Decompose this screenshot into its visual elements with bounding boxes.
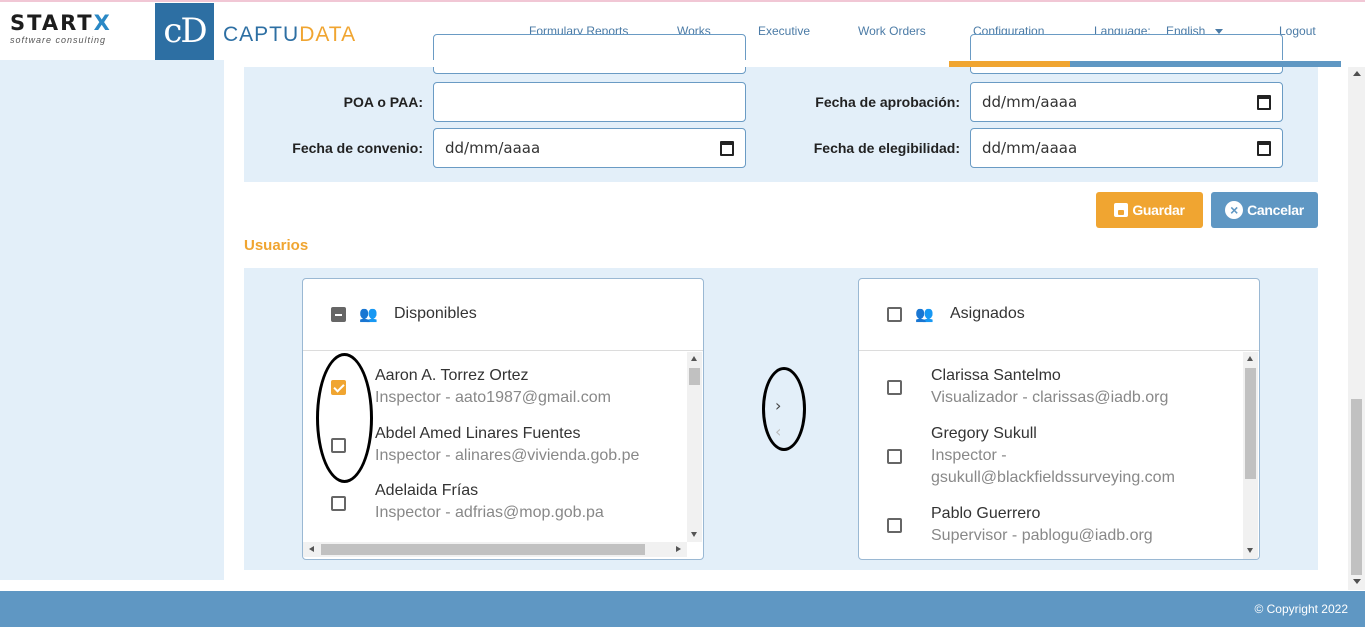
assigned-item-detail: Inspector - <box>931 447 1007 464</box>
available-item-name: Aaron A. Torrez Ortez <box>375 367 529 384</box>
assigned-list-title: Asignados <box>950 305 1025 322</box>
available-list-vscroll[interactable] <box>687 352 702 542</box>
scroll-up-arrow-icon[interactable] <box>1353 71 1361 76</box>
available-item-name: Abdel Amed Linares Fuentes <box>375 425 581 442</box>
assigned-item-name: Gregory Sukull <box>931 425 1037 442</box>
calendar-icon[interactable] <box>720 140 734 156</box>
available-hscroll-thumb[interactable] <box>321 544 645 555</box>
assigned-list-vscroll[interactable] <box>1243 352 1258 559</box>
available-vscroll-thumb[interactable] <box>689 368 700 385</box>
poa-input[interactable] <box>433 82 746 122</box>
poa-label: POA o PAA: <box>343 94 423 110</box>
assigned-item-name: Clarissa Santelmo <box>931 367 1061 384</box>
available-select-all-checkbox[interactable] <box>331 307 346 322</box>
startx-logo-main: START <box>10 11 94 35</box>
footer: © Copyright 2022 <box>0 591 1365 627</box>
available-item-detail: Inspector - adfrias@mop.gob.pa <box>375 504 604 521</box>
startx-logo-x: X <box>93 11 112 35</box>
assigned-list-header: 👥 Asignados <box>859 279 1259 351</box>
fecha-aprobacion-input[interactable]: dd/mm/aaaa <box>970 82 1283 122</box>
fecha-convenio-label: Fecha de convenio: <box>292 140 423 156</box>
startx-logo: STARTX software consulting <box>10 12 150 45</box>
startx-tagline: software consulting <box>10 35 107 45</box>
people-outline-icon: 👥 <box>359 306 378 323</box>
available-item-name: Adelaida Frías <box>375 482 479 499</box>
scroll-down-arrow-icon[interactable] <box>1353 579 1361 584</box>
assigned-item-name: Pablo Guerrero <box>931 505 1041 522</box>
available-list-hscroll[interactable] <box>303 542 687 557</box>
people-filled-icon: 👥 <box>915 306 934 323</box>
assigned-item-checkbox[interactable] <box>887 518 902 533</box>
brand-part1: CAPTU <box>223 23 300 46</box>
available-list-header: 👥 Disponibles <box>303 279 703 351</box>
assigned-select-all-checkbox[interactable] <box>887 307 902 322</box>
nav-logout[interactable]: Logout <box>1279 24 1316 38</box>
available-item-detail: Inspector - aato1987@gmail.com <box>375 389 611 406</box>
fecha-convenio-value: dd/mm/aaaa <box>445 139 541 157</box>
scroll-up-arrow-icon[interactable] <box>1247 356 1253 361</box>
available-item-checkbox[interactable] <box>331 496 346 511</box>
copyright-text: © Copyright 2022 <box>1254 602 1348 616</box>
active-nav-indicator-overlay <box>949 61 1070 67</box>
nav-underline-overlay <box>1070 61 1341 67</box>
fecha-elegibilidad-input[interactable]: dd/mm/aaaa <box>970 128 1283 168</box>
available-item-detail: Inspector - alinares@vivienda.gob.pe <box>375 447 640 464</box>
partial-field-top-left[interactable] <box>433 34 746 74</box>
captudata-brand: CAPTUDATA <box>223 23 356 47</box>
captudata-logo-mark: cD <box>155 3 214 61</box>
scroll-left-arrow-icon[interactable] <box>309 546 314 552</box>
save-button[interactable]: Guardar <box>1096 192 1203 228</box>
x-circle-icon: × <box>1225 201 1244 219</box>
scroll-right-arrow-icon[interactable] <box>676 546 681 552</box>
nav-executive[interactable]: Executive <box>758 24 810 38</box>
assigned-users-list: 👥 Asignados Clarissa Santelmo Visualizad… <box>858 278 1260 560</box>
fecha-elegibilidad-label: Fecha de elegibilidad: <box>813 140 960 156</box>
scroll-up-arrow-icon[interactable] <box>691 356 697 361</box>
page-scroll-thumb[interactable] <box>1351 399 1362 575</box>
partial-field-top-right[interactable] <box>970 34 1283 74</box>
available-list-title: Disponibles <box>394 305 477 322</box>
page-scrollbar[interactable] <box>1348 67 1365 590</box>
calendar-icon[interactable] <box>1257 140 1271 156</box>
assigned-item-detail: Visualizador - clarissas@iadb.org <box>931 389 1169 406</box>
save-button-label: Guardar <box>1132 202 1185 218</box>
assigned-item-checkbox[interactable] <box>887 380 902 395</box>
assigned-vscroll-thumb[interactable] <box>1245 368 1256 479</box>
assigned-item-detail: gsukull@blackfieldssurveying.com <box>931 469 1175 486</box>
users-section-title: Usuarios <box>244 237 309 254</box>
assigned-item-checkbox[interactable] <box>887 449 902 464</box>
calendar-icon[interactable] <box>1257 94 1271 110</box>
fecha-elegibilidad-value: dd/mm/aaaa <box>982 139 1078 157</box>
scroll-down-arrow-icon[interactable] <box>1247 548 1253 553</box>
annotation-ellipse <box>762 367 806 451</box>
cancel-button[interactable]: × Cancelar <box>1211 192 1318 228</box>
sidebar <box>0 60 224 580</box>
annotation-ellipse <box>316 353 373 483</box>
fecha-convenio-input[interactable]: dd/mm/aaaa <box>433 128 746 168</box>
fecha-aprobacion-label: Fecha de aprobación: <box>815 94 960 110</box>
fecha-aprobacion-value: dd/mm/aaaa <box>982 93 1078 111</box>
nav-work-orders[interactable]: Work Orders <box>858 24 926 38</box>
scroll-down-arrow-icon[interactable] <box>691 532 697 537</box>
cancel-button-label: Cancelar <box>1247 202 1304 218</box>
assigned-item-detail: Supervisor - pablogu@iadb.org <box>931 527 1153 544</box>
floppy-disk-icon <box>1114 203 1129 217</box>
brand-part2: DATA <box>299 23 357 46</box>
